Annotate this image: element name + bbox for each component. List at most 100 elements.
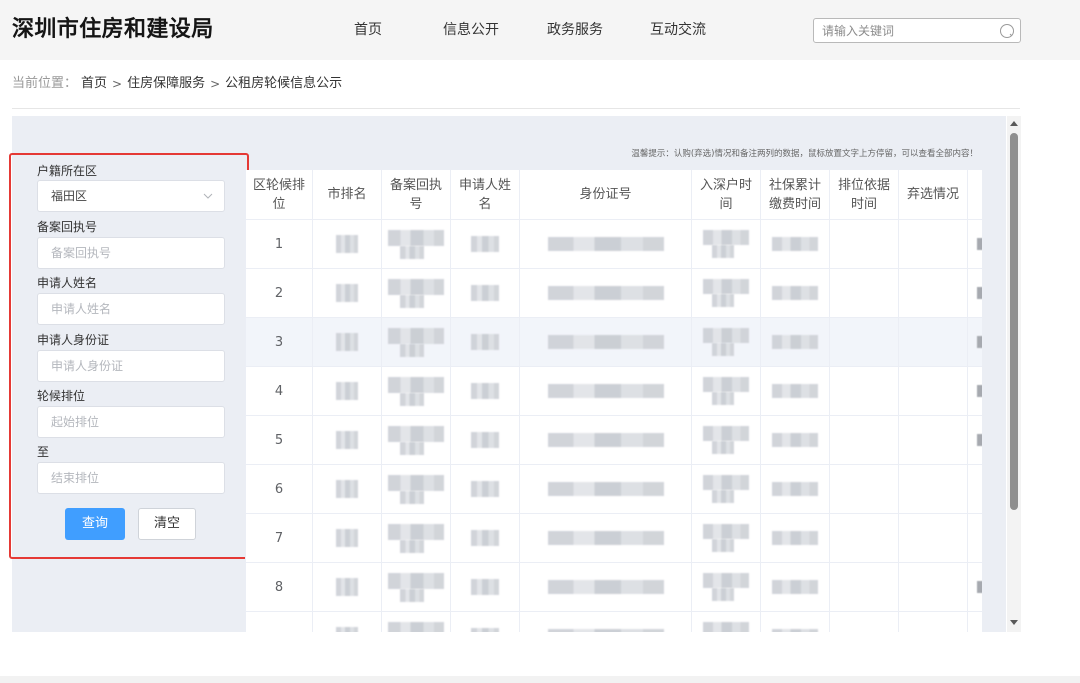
cell-social-security	[761, 269, 830, 318]
cell-abandon-status	[899, 514, 968, 563]
table-row: 2	[245, 269, 982, 318]
search-box	[813, 18, 1021, 43]
table-head: 区轮候排位 市排名 备案回执号 申请人姓名 身份证号 入深户时间 社保累计缴费时…	[245, 170, 982, 220]
redacted-value	[471, 236, 499, 252]
redaction-block	[400, 441, 424, 455]
redaction-block	[336, 382, 358, 400]
cell-applicant-name	[451, 612, 520, 632]
redaction-block	[712, 441, 734, 454]
applicant-id-label: 申请人身份证	[37, 333, 110, 347]
chevron-down-icon	[203, 193, 213, 199]
table-row: 3	[245, 318, 982, 367]
redaction-block	[400, 392, 424, 406]
site-title[interactable]: 深圳市住房和建设局	[12, 16, 214, 44]
nav-interaction[interactable]: 互动交流	[650, 22, 706, 38]
redacted-value	[388, 376, 444, 406]
redaction-block	[336, 480, 358, 498]
district-select-value: 福田区	[51, 189, 88, 203]
cell-basis-date	[830, 318, 899, 367]
cell-district-rank	[245, 612, 313, 632]
column-header-clipped	[968, 170, 982, 220]
rank-to-input[interactable]	[37, 462, 225, 494]
cell-clipped	[968, 220, 982, 269]
redacted-value	[471, 383, 499, 399]
cell-applicant-name	[451, 318, 520, 367]
applicant-id-input[interactable]	[37, 350, 225, 382]
receipt-no-label: 备案回执号	[37, 220, 98, 234]
cell-hukou-date	[692, 514, 761, 563]
redaction-block	[772, 482, 818, 496]
redacted-value	[388, 621, 444, 632]
cell-applicant-name	[451, 465, 520, 514]
scroll-thumb[interactable]	[1010, 133, 1018, 510]
redacted-value	[703, 426, 749, 454]
cell-clipped	[968, 269, 982, 318]
cell-abandon-status	[899, 269, 968, 318]
clipped-content	[977, 238, 982, 250]
redaction-block	[388, 425, 444, 442]
redacted-value	[471, 285, 499, 301]
breadcrumb-home-link[interactable]: 首页	[81, 76, 107, 92]
table-body: 1 2 3 4 5 6 7 8	[245, 220, 982, 632]
redacted-value	[772, 482, 818, 496]
redaction-block	[471, 236, 499, 252]
redaction-block	[471, 530, 499, 546]
query-button[interactable]: 查询	[65, 508, 125, 540]
receipt-no-input[interactable]	[37, 237, 225, 269]
clear-button[interactable]: 清空	[138, 508, 196, 540]
column-header-social-security: 社保累计缴费时间	[761, 170, 830, 220]
table-row	[245, 612, 982, 632]
breadcrumb-housing-security-link[interactable]: 住房保障服务	[127, 76, 205, 92]
cell-basis-date	[830, 612, 899, 632]
redacted-value	[547, 335, 664, 349]
applicant-name-input[interactable]	[37, 293, 225, 325]
cell-basis-date	[830, 367, 899, 416]
redaction-block	[388, 523, 444, 540]
redaction-block	[712, 539, 734, 552]
nav-home[interactable]: 首页	[354, 22, 382, 38]
search-input[interactable]	[814, 19, 992, 42]
cell-city-rank	[313, 514, 382, 563]
redaction-block	[712, 343, 734, 356]
cell-city-rank	[313, 465, 382, 514]
redaction-block	[336, 333, 358, 351]
redaction-block	[400, 539, 424, 553]
cell-hukou-date	[692, 269, 761, 318]
cell-id-number	[520, 514, 692, 563]
cell-id-number	[520, 367, 692, 416]
clipped-content	[977, 434, 982, 446]
nav-info-disclosure[interactable]: 信息公开	[443, 22, 499, 38]
redacted-value	[772, 384, 818, 398]
redacted-value	[336, 529, 358, 547]
redacted-value	[388, 229, 444, 259]
cell-basis-date	[830, 220, 899, 269]
redacted-value	[772, 433, 818, 447]
redaction-block	[336, 235, 358, 253]
redaction-block	[547, 335, 664, 349]
district-select[interactable]: 福田区	[37, 180, 225, 212]
cell-city-rank	[313, 563, 382, 612]
cell-receipt-no	[382, 514, 451, 563]
vertical-scrollbar[interactable]	[1007, 116, 1021, 632]
redaction-block	[400, 490, 424, 504]
cell-district-rank: 1	[245, 220, 313, 269]
cell-district-rank: 5	[245, 416, 313, 465]
district-rank-value: 7	[274, 530, 284, 546]
district-rank-value: 4	[274, 383, 284, 399]
cell-id-number	[520, 269, 692, 318]
district-rank-value: 1	[274, 236, 284, 252]
cell-city-rank	[313, 612, 382, 632]
rank-from-input[interactable]	[37, 406, 225, 438]
scroll-up-arrow-icon[interactable]	[1010, 121, 1018, 126]
cell-district-rank: 6	[245, 465, 313, 514]
redacted-value	[703, 475, 749, 503]
redacted-value	[547, 286, 664, 300]
cell-basis-date	[830, 465, 899, 514]
redacted-value	[547, 384, 664, 398]
scroll-down-arrow-icon[interactable]	[1010, 620, 1018, 625]
nav-government-services[interactable]: 政务服务	[547, 22, 603, 38]
redaction-block	[547, 482, 664, 496]
cell-social-security	[761, 563, 830, 612]
redacted-value	[388, 523, 444, 553]
search-icon[interactable]	[999, 23, 1015, 39]
